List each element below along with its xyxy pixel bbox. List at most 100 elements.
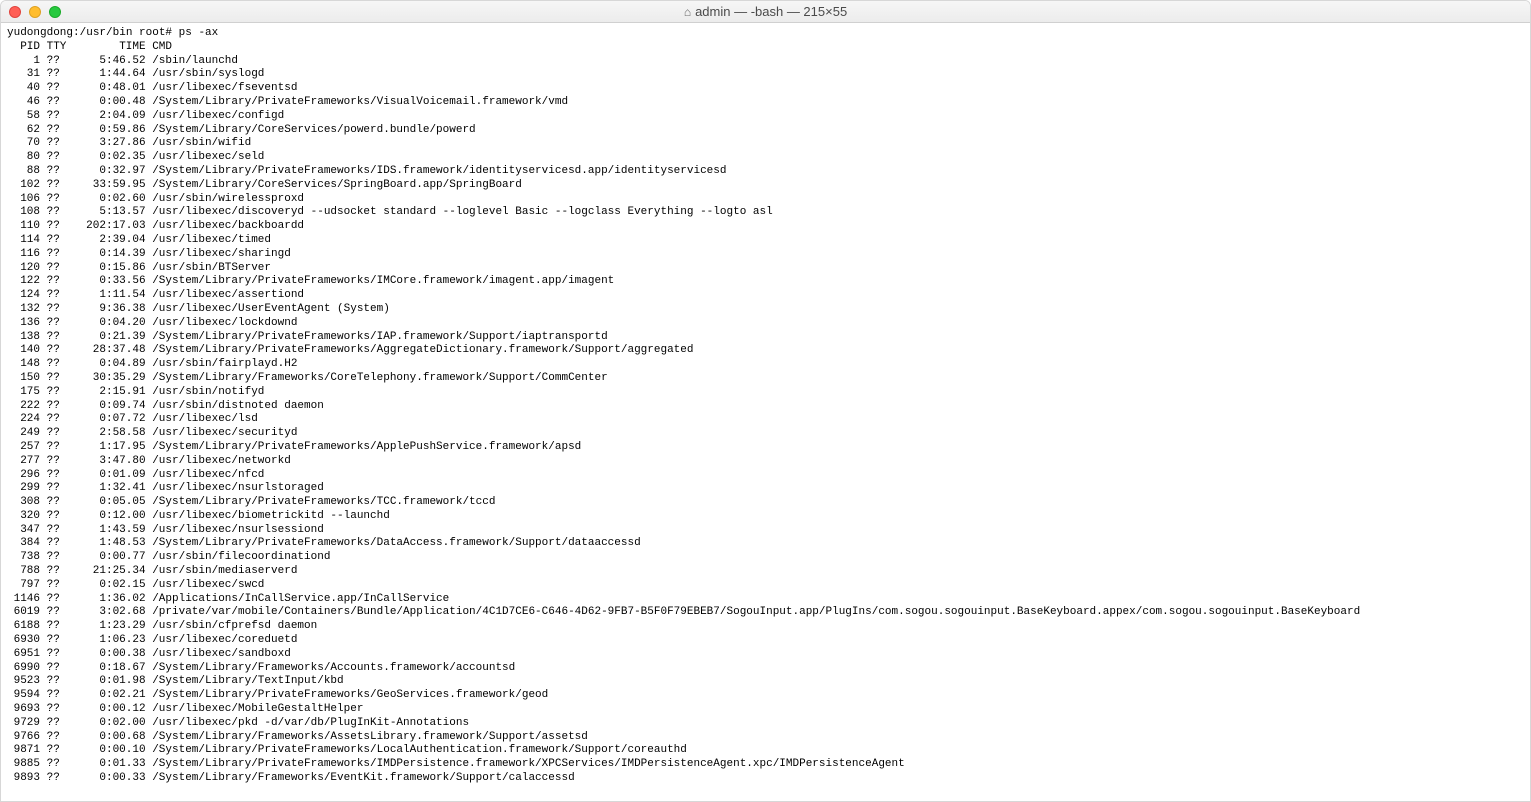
cmd-cell: /usr/libexec/sandboxd [146, 648, 291, 660]
time-cell: 1:23.29 [66, 620, 145, 634]
time-cell: 0:07.72 [66, 413, 145, 427]
process-row: 320 ??0:12.00 /usr/libexec/biometrickitd… [7, 510, 1530, 524]
process-row: 277 ??3:47.80 /usr/libexec/networkd [7, 455, 1530, 469]
process-row: 9871 ??0:00.10 /System/Library/PrivateFr… [7, 744, 1530, 758]
cmd-cell: /usr/sbin/mediaserverd [146, 565, 298, 577]
time-cell: 0:05.05 [66, 496, 145, 510]
tty-cell: ?? [40, 717, 66, 731]
process-row: 299 ??1:32.41 /usr/libexec/nsurlstoraged [7, 482, 1530, 496]
time-cell: 0:21.39 [66, 331, 145, 345]
process-row: 9885 ??0:01.33 /System/Library/PrivateFr… [7, 758, 1530, 772]
cmd-cell: /usr/libexec/fseventsd [146, 82, 298, 94]
pid-cell: 296 [7, 469, 40, 483]
cmd-cell: /usr/libexec/UserEventAgent (System) [146, 303, 390, 315]
tty-cell: ?? [40, 220, 66, 234]
zoom-button[interactable] [49, 6, 61, 18]
cmd-cell: /usr/sbin/BTServer [146, 262, 271, 274]
cmd-cell: /usr/libexec/sharingd [146, 248, 291, 260]
tty-cell: ?? [40, 275, 66, 289]
cmd-cell: /usr/libexec/biometrickitd --launchd [146, 510, 390, 522]
tty-cell: ?? [40, 413, 66, 427]
cmd-cell: /System/Library/PrivateFrameworks/IDS.fr… [146, 165, 727, 177]
pid-cell: 136 [7, 317, 40, 331]
cmd-cell: /usr/libexec/assertiond [146, 289, 304, 301]
process-row: 6951 ??0:00.38 /usr/libexec/sandboxd [7, 648, 1530, 662]
cmd-cell: CMD [146, 41, 172, 53]
cmd-cell: /usr/libexec/coreduetd [146, 634, 298, 646]
time-cell: 28:37.48 [66, 344, 145, 358]
terminal-window: ⌂ admin — -bash — 215×55 yudongdong:/usr… [0, 0, 1531, 802]
time-cell: 0:02.15 [66, 579, 145, 593]
tty-cell: ?? [40, 234, 66, 248]
time-cell: 0:00.48 [66, 96, 145, 110]
pid-cell: 70 [7, 137, 40, 151]
time-cell: 0:01.09 [66, 469, 145, 483]
pid-cell: 222 [7, 400, 40, 414]
window-titlebar[interactable]: ⌂ admin — -bash — 215×55 [1, 1, 1530, 23]
pid-cell: 110 [7, 220, 40, 234]
pid-cell: 1 [7, 55, 40, 69]
time-cell: 2:15.91 [66, 386, 145, 400]
tty-cell: ?? [40, 537, 66, 551]
process-row: 249 ??2:58.58 /usr/libexec/securityd [7, 427, 1530, 441]
process-row: 136 ??0:04.20 /usr/libexec/lockdownd [7, 317, 1530, 331]
time-cell: 0:02.35 [66, 151, 145, 165]
cmd-cell: /System/Library/PrivateFrameworks/DataAc… [146, 537, 641, 549]
tty-cell: ?? [40, 165, 66, 179]
time-cell: 1:44.64 [66, 68, 145, 82]
cmd-cell: /System/Library/TextInput/kbd [146, 675, 344, 687]
pid-cell: 9693 [7, 703, 40, 717]
minimize-button[interactable] [29, 6, 41, 18]
pid-cell: 102 [7, 179, 40, 193]
time-cell: 0:02.60 [66, 193, 145, 207]
close-button[interactable] [9, 6, 21, 18]
process-row: 6188 ??1:23.29 /usr/sbin/cfprefsd daemon [7, 620, 1530, 634]
cmd-cell: /usr/libexec/swcd [146, 579, 265, 591]
time-cell: TIME [66, 41, 145, 55]
terminal-content[interactable]: yudongdong:/usr/bin root# ps -ax PID TTY… [1, 23, 1530, 801]
pid-cell: 6930 [7, 634, 40, 648]
process-row: 62 ??0:59.86 /System/Library/CoreService… [7, 124, 1530, 138]
cmd-cell: /System/Library/Frameworks/Accounts.fram… [146, 662, 516, 674]
time-cell: 0:12.00 [66, 510, 145, 524]
time-cell: 2:39.04 [66, 234, 145, 248]
process-row: 46 ??0:00.48 /System/Library/PrivateFram… [7, 96, 1530, 110]
process-row: 120 ??0:15.86 /usr/sbin/BTServer [7, 262, 1530, 276]
pid-cell: 80 [7, 151, 40, 165]
pid-cell: 132 [7, 303, 40, 317]
tty-cell: ?? [40, 469, 66, 483]
time-cell: 0:00.33 [66, 772, 145, 786]
pid-cell: 58 [7, 110, 40, 124]
tty-cell: ?? [40, 386, 66, 400]
time-cell: 0:01.98 [66, 675, 145, 689]
process-row: 122 ??0:33.56 /System/Library/PrivateFra… [7, 275, 1530, 289]
process-row: 106 ??0:02.60 /usr/sbin/wirelessproxd [7, 193, 1530, 207]
home-icon: ⌂ [684, 5, 691, 19]
cmd-cell: /usr/libexec/securityd [146, 427, 298, 439]
tty-cell: ?? [40, 744, 66, 758]
pid-cell: 299 [7, 482, 40, 496]
process-row: 58 ??2:04.09 /usr/libexec/configd [7, 110, 1530, 124]
pid-cell: 124 [7, 289, 40, 303]
pid-cell: 9766 [7, 731, 40, 745]
pid-cell: 6188 [7, 620, 40, 634]
time-cell: 33:59.95 [66, 179, 145, 193]
cmd-cell: /System/Library/Frameworks/AssetsLibrary… [146, 731, 588, 743]
pid-cell: 6951 [7, 648, 40, 662]
tty-cell: ?? [40, 731, 66, 745]
process-row: 138 ??0:21.39 /System/Library/PrivateFra… [7, 331, 1530, 345]
time-cell: 0:02.21 [66, 689, 145, 703]
cmd-cell: /usr/sbin/filecoordinationd [146, 551, 331, 563]
pid-cell: 108 [7, 206, 40, 220]
cmd-cell: /System/Library/PrivateFrameworks/IAP.fr… [146, 331, 608, 343]
pid-cell: 308 [7, 496, 40, 510]
process-row: 102 ??33:59.95 /System/Library/CoreServi… [7, 179, 1530, 193]
time-cell: 0:04.89 [66, 358, 145, 372]
time-cell: 0:01.33 [66, 758, 145, 772]
pid-cell: 9594 [7, 689, 40, 703]
cmd-cell: /usr/libexec/lsd [146, 413, 258, 425]
pid-cell: 116 [7, 248, 40, 262]
pid-cell: 1146 [7, 593, 40, 607]
tty-cell: ?? [40, 758, 66, 772]
time-cell: 2:04.09 [66, 110, 145, 124]
